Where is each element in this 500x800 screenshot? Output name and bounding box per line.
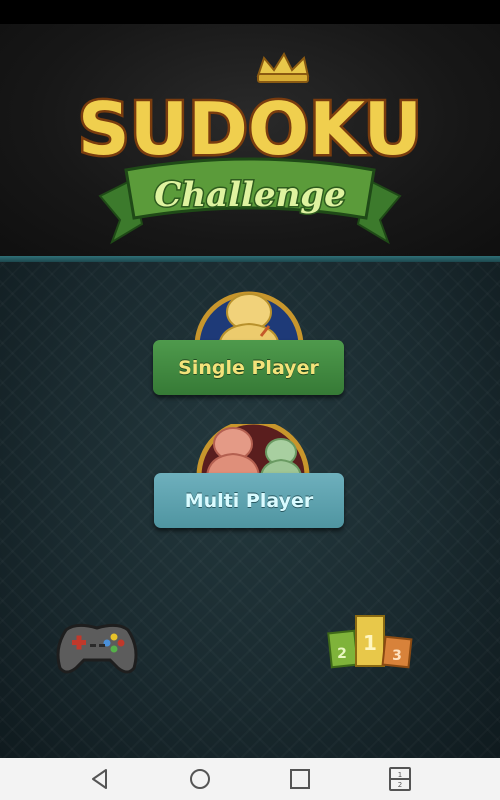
header: SUDOKU Challenge bbox=[0, 24, 500, 258]
recents-icon[interactable] bbox=[287, 766, 313, 792]
single-player-avatar-icon bbox=[194, 291, 304, 346]
status-bar bbox=[0, 0, 500, 24]
multi-player-button[interactable]: Multi Player bbox=[154, 473, 344, 528]
leaderboard-podium-icon[interactable]: 2 1 3 bbox=[326, 610, 414, 670]
crown-icon bbox=[256, 51, 310, 83]
gamepad-icon[interactable] bbox=[56, 618, 138, 676]
home-icon[interactable] bbox=[187, 766, 213, 792]
podium-second: 2 bbox=[337, 646, 347, 662]
split-top-number: 1 bbox=[398, 771, 402, 779]
podium-first: 1 bbox=[363, 631, 377, 655]
podium-third: 3 bbox=[392, 648, 402, 664]
back-icon[interactable] bbox=[87, 766, 113, 792]
split-bottom-number: 2 bbox=[398, 781, 402, 789]
navigation-bar: 1 2 bbox=[0, 758, 500, 800]
split-screen-icon[interactable]: 1 2 bbox=[387, 766, 413, 792]
game-logo: SUDOKU Challenge bbox=[75, 51, 425, 245]
multi-player-avatar-icon bbox=[196, 424, 310, 476]
logo-subtitle: Challenge bbox=[154, 175, 345, 215]
single-player-button[interactable]: Single Player bbox=[153, 340, 344, 395]
